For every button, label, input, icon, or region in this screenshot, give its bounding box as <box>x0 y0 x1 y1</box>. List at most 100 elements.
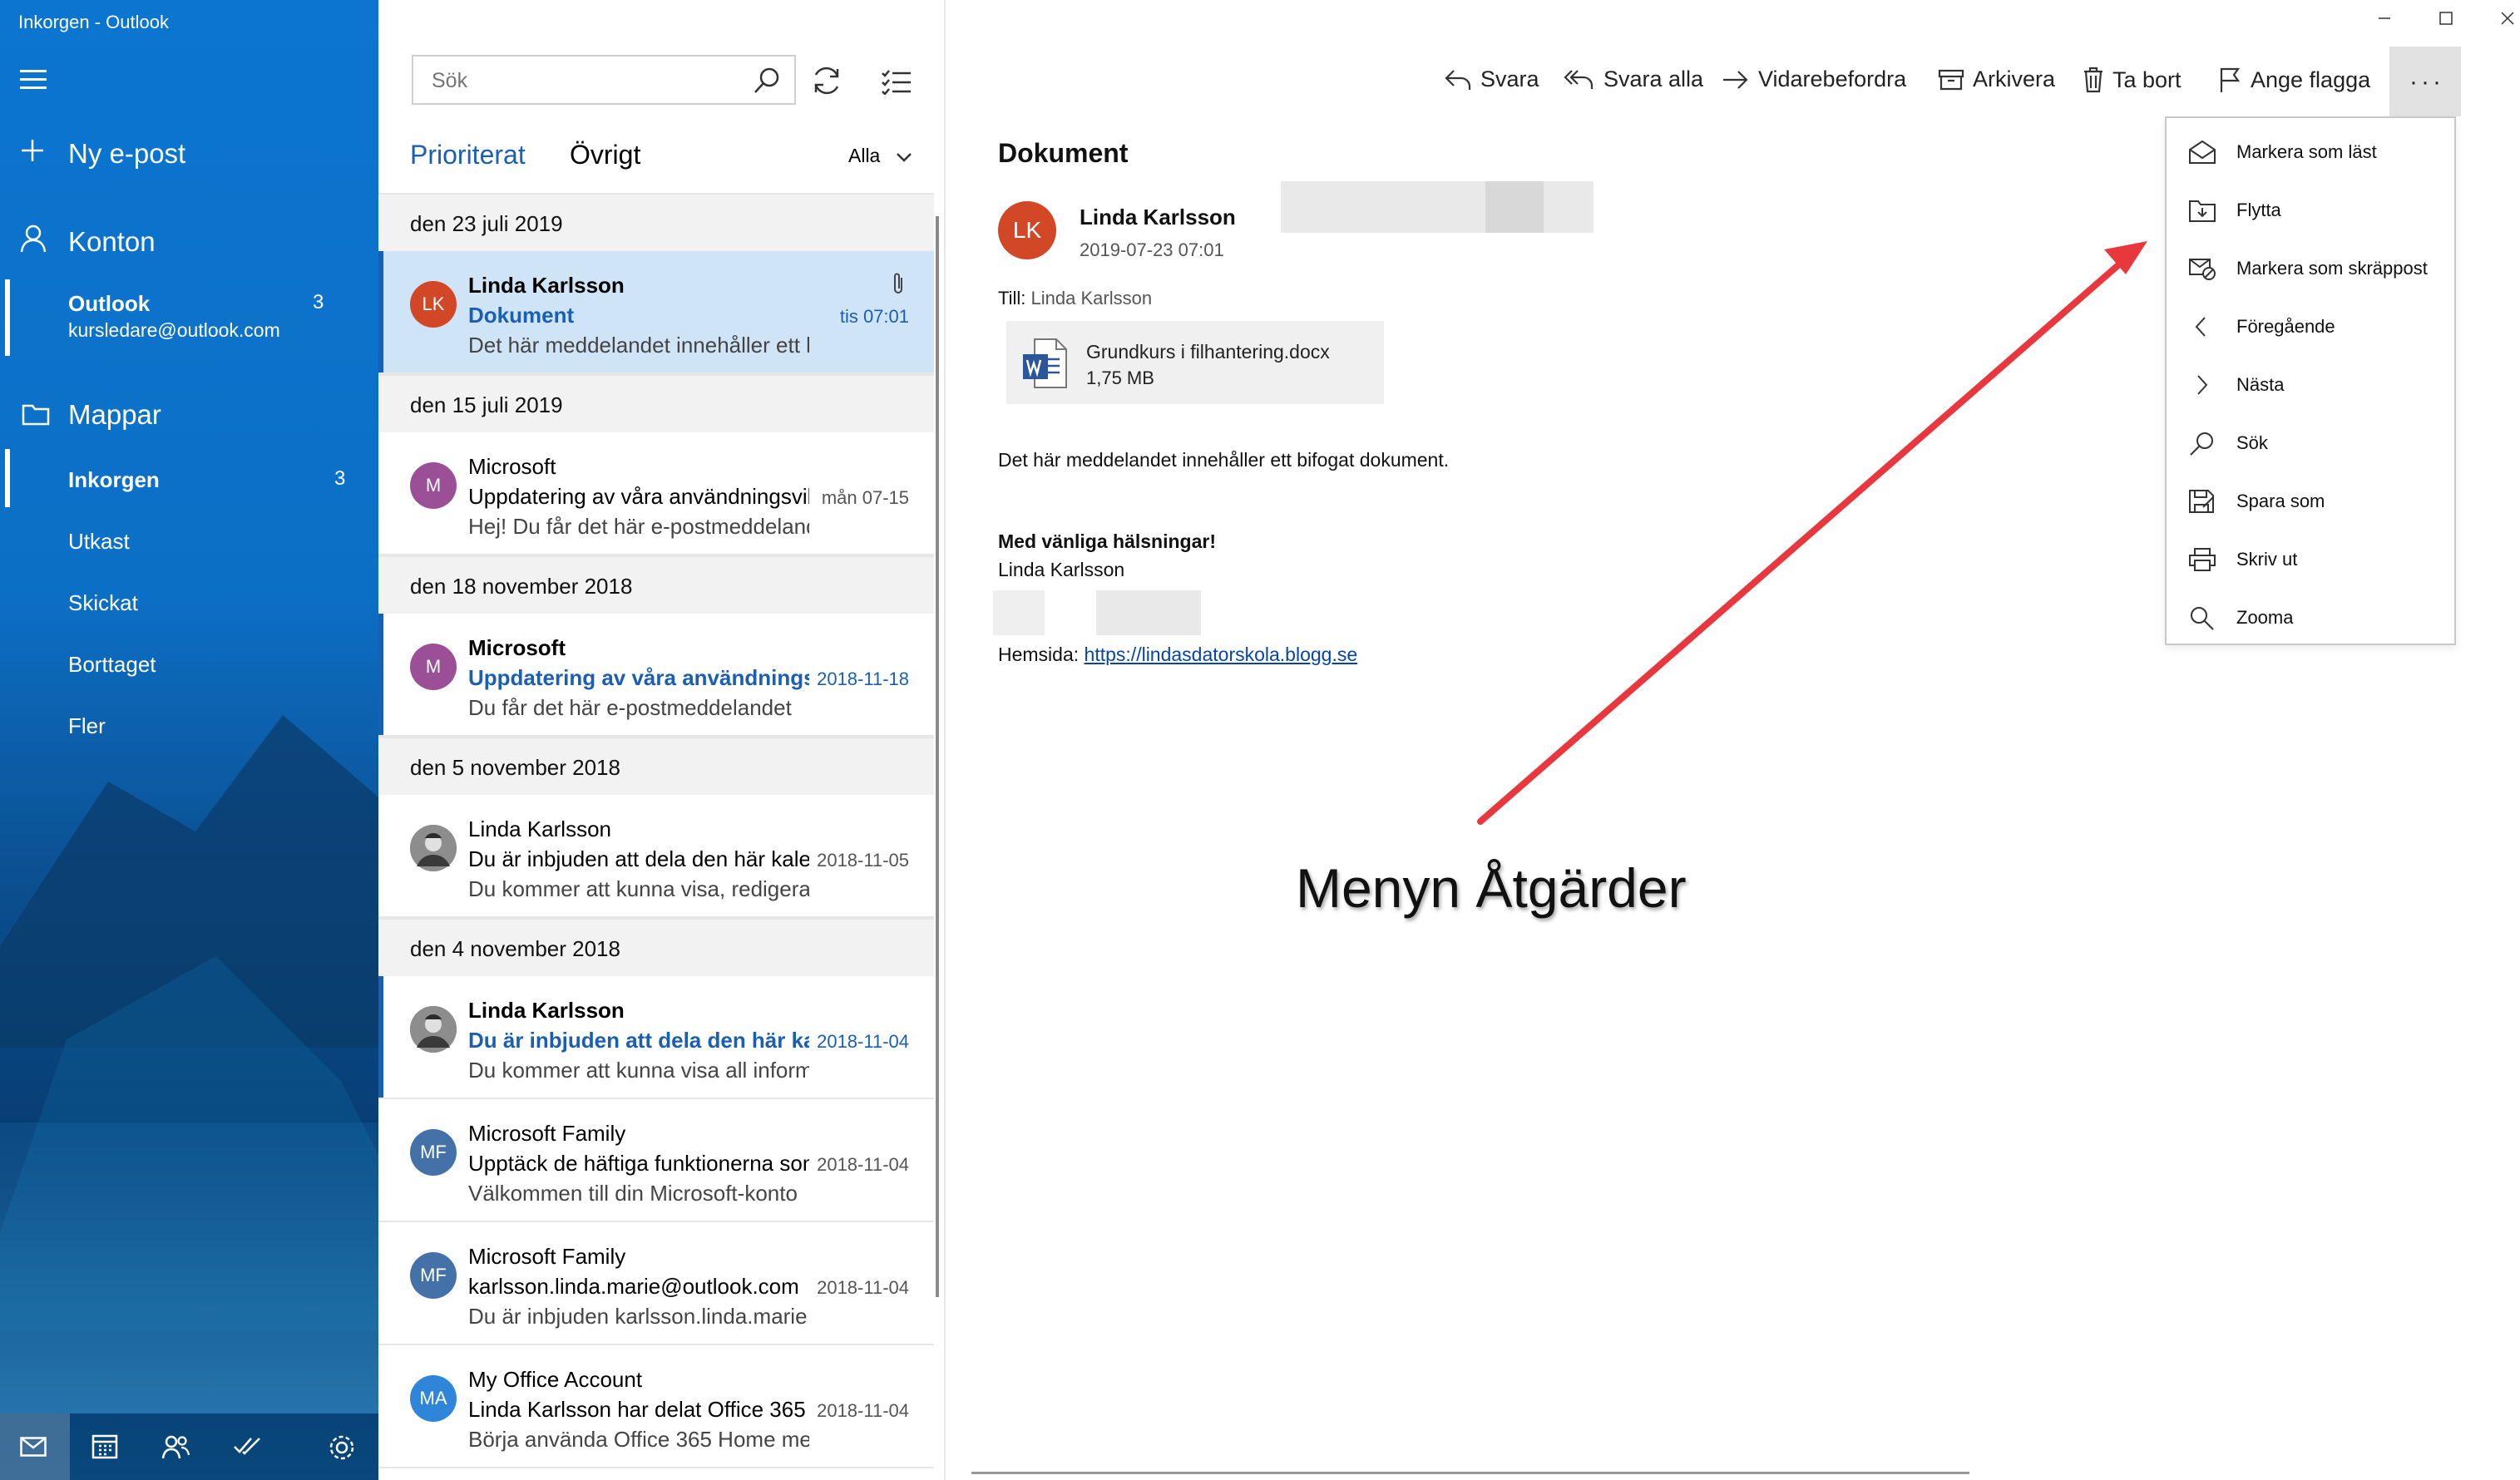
settings-icon[interactable] <box>328 1433 356 1466</box>
homepage-label: Hemsida: <box>998 644 1080 665</box>
avatar <box>410 825 457 871</box>
recipient-name[interactable]: Linda Karlsson <box>1031 288 1153 308</box>
menu-item-previous[interactable]: Föregående <box>2167 298 2454 356</box>
message-date: 2018-11-18 <box>817 668 909 689</box>
maximize-button[interactable] <box>2438 8 2453 32</box>
archive-button[interactable]: Arkivera <box>1938 67 2055 92</box>
people-icon[interactable] <box>161 1433 190 1464</box>
message-list-pane: Prioriterat Övrigt Alla den 23 juli 2019… <box>378 0 946 1480</box>
filter-dropdown[interactable]: Alla <box>848 145 912 167</box>
flag-button[interactable]: Ange flagga <box>2219 67 2370 93</box>
avatar: MF <box>410 1129 457 1176</box>
message-date: 2018-11-04 <box>817 1031 909 1052</box>
folders-header[interactable]: Mappar <box>68 399 161 431</box>
menu-item-move[interactable]: Flytta <box>2167 181 2454 239</box>
message-date: mån 07-15 <box>821 487 909 508</box>
forward-button[interactable]: Vidarebefordra <box>1722 67 1906 92</box>
message-date: 2018-11-04 <box>817 1154 909 1175</box>
flag-icon <box>2220 67 2241 92</box>
avatar: M <box>410 644 457 690</box>
message-preview: Du kommer att kunna visa all information <box>468 1058 809 1083</box>
person-icon[interactable] <box>20 224 47 257</box>
list-item[interactable]: M Microsoft Uppdatering av våra användni… <box>378 614 934 737</box>
list-item[interactable]: M Microsoft Uppdatering av våra användni… <box>378 432 934 555</box>
hamburger-menu-icon[interactable] <box>20 70 47 89</box>
folder-deleted[interactable]: Borttaget <box>68 652 156 678</box>
menu-item-save-as[interactable]: Spara som <box>2167 472 2454 530</box>
tab-other[interactable]: Övrigt <box>570 140 640 170</box>
chevron-left-icon <box>2188 314 2216 343</box>
unread-indicator <box>378 976 383 1098</box>
delete-button[interactable]: Ta bort <box>2083 67 2182 93</box>
avatar: LK <box>410 281 457 328</box>
chevron-right-icon <box>2188 372 2216 402</box>
homepage-link[interactable]: https://lindasdatorskola.blogg.se <box>1085 644 1358 665</box>
search-icon[interactable] <box>753 67 781 99</box>
more-actions-button[interactable]: ··· <box>2389 47 2461 116</box>
message-date: 2018-11-04 <box>817 1400 909 1421</box>
mail-app-tab[interactable] <box>0 1413 70 1480</box>
folder-drafts[interactable]: Utkast <box>68 529 130 555</box>
message-subject: Upptäck de häftiga funktionerna som <box>468 1151 809 1176</box>
save-icon <box>2188 489 2216 518</box>
minimize-button[interactable] <box>2377 8 2392 32</box>
avatar: M <box>410 462 457 509</box>
reply-button[interactable]: Svara <box>1444 67 1539 92</box>
search-input[interactable] <box>430 67 749 95</box>
todo-icon[interactable] <box>233 1433 261 1463</box>
search-box[interactable] <box>412 55 796 105</box>
list-item[interactable]: LK Linda Karlsson Dokument Det här medde… <box>378 251 934 374</box>
close-button[interactable] <box>2500 8 2515 32</box>
date-group-header: den 23 juli 2019 <box>378 193 934 251</box>
plus-icon[interactable] <box>20 138 45 167</box>
list-item[interactable]: Linda Karlsson Du är inbjuden att dela d… <box>378 795 934 918</box>
attachment-name: Grundkurs i filhantering.docx <box>1086 341 1330 363</box>
junk-icon <box>2188 256 2216 285</box>
navigation-pane: Inkorgen - Outlook Ny e-post Konton Outl… <box>0 0 378 1480</box>
account-name[interactable]: Outlook <box>68 291 150 317</box>
menu-item-next[interactable]: Nästa <box>2167 356 2454 414</box>
selection-mode-icon[interactable] <box>881 68 912 99</box>
attachment-card[interactable]: Grundkurs i filhantering.docx 1,75 MB <box>1006 321 1384 404</box>
menu-item-print[interactable]: Skriv ut <box>2167 530 2454 589</box>
message-sender: Linda Karlsson <box>468 998 625 1023</box>
redacted-block <box>1281 181 1594 233</box>
folder-sent[interactable]: Skickat <box>68 590 138 616</box>
word-document-icon <box>1023 338 1067 388</box>
reading-pane-divider <box>971 1472 1969 1474</box>
sync-icon[interactable] <box>811 65 842 101</box>
list-item[interactable]: MA My Office Account Linda Karlsson har … <box>378 1345 934 1468</box>
homepage-line: Hemsida: https://lindasdatorskola.blogg.… <box>998 644 1357 666</box>
message-subject: Uppdatering av våra användningsvillkor <box>468 665 809 690</box>
date-group-header: den 4 november 2018 <box>378 918 934 976</box>
menu-item-search[interactable]: Sök <box>2167 414 2454 472</box>
message-date: tis 07:01 <box>839 306 909 327</box>
envelope-open-icon <box>2188 140 2216 169</box>
accounts-header[interactable]: Konton <box>68 226 156 258</box>
calendar-icon[interactable] <box>91 1433 118 1464</box>
message-preview: Du kommer att kunna visa, redigera <box>468 876 809 901</box>
search-icon <box>2188 431 2216 460</box>
date-group-header: den 15 juli 2019 <box>378 374 934 432</box>
message-preview: Du är inbjuden karlsson.linda.marie <box>468 1304 808 1329</box>
new-mail-button[interactable]: Ny e-post <box>68 138 185 170</box>
forward-icon <box>1723 70 1748 89</box>
person-photo-icon <box>410 1006 457 1053</box>
menu-item-zoom[interactable]: Zooma <box>2167 589 2454 647</box>
folder-icon[interactable] <box>22 402 50 430</box>
reply-all-button[interactable]: Svara alla <box>1564 67 1703 92</box>
folder-inbox[interactable]: Inkorgen <box>68 467 160 493</box>
scrollbar[interactable] <box>936 216 939 1297</box>
list-item[interactable]: MF Microsoft Family Upptäck de häftiga f… <box>378 1099 934 1222</box>
attachment-icon <box>891 271 906 300</box>
list-item[interactable]: MF Microsoft Family karlsson.linda.marie… <box>378 1222 934 1345</box>
list-item[interactable]: Linda Karlsson Du är inbjuden att dela d… <box>378 976 934 1099</box>
sender-name[interactable]: Linda Karlsson <box>1080 205 1236 230</box>
print-icon <box>2188 547 2216 576</box>
menu-item-mark-read[interactable]: Markera som läst <box>2167 123 2454 181</box>
menu-item-junk[interactable]: Markera som skräppost <box>2167 239 2454 298</box>
date-group-header: den 18 november 2018 <box>378 555 934 614</box>
tab-focused[interactable]: Prioriterat <box>410 140 526 170</box>
bottom-app-bar <box>0 1413 378 1480</box>
folder-more[interactable]: Fler <box>68 713 106 739</box>
